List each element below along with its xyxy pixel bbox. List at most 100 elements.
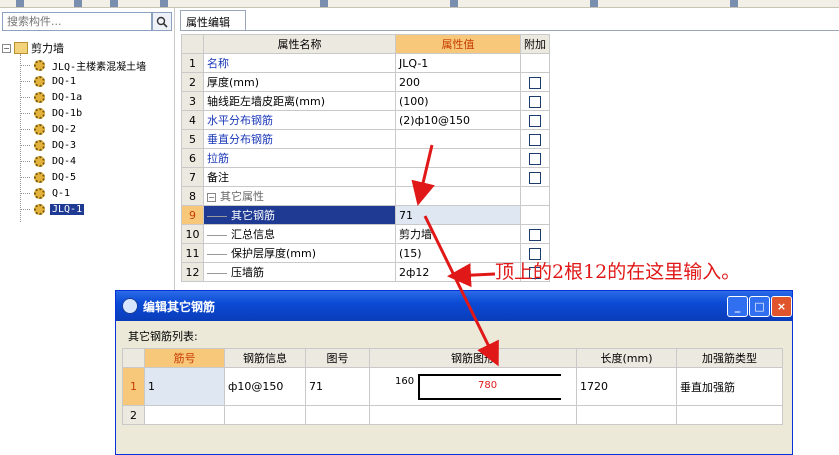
maximize-button[interactable]: □: [749, 296, 770, 317]
column-header-shape: 钢筋图形: [369, 348, 577, 368]
tree-branch-line: [20, 160, 30, 162]
close-button[interactable]: ×: [771, 296, 792, 317]
property-value[interactable]: 剪力墙: [395, 224, 521, 244]
tree-item[interactable]: DQ-3: [20, 137, 78, 153]
row-number: 2: [181, 72, 204, 92]
rebar-info-cell[interactable]: [224, 405, 306, 425]
tree-item[interactable]: JLQ-1: [20, 201, 85, 217]
app-icon: [122, 298, 138, 314]
toolbar-icon[interactable]: [450, 0, 458, 7]
property-name: 其它钢筋: [203, 205, 396, 225]
minimize-button[interactable]: _: [727, 296, 748, 317]
property-name: 压墙筋: [203, 262, 396, 282]
property-value[interactable]: (2)ф10@150: [395, 110, 521, 130]
collapse-icon[interactable]: −: [2, 43, 11, 53]
property-name-text: 轴线距左墙皮距离(mm): [207, 95, 326, 108]
collapse-icon[interactable]: −: [207, 192, 216, 202]
property-value[interactable]: [395, 129, 521, 149]
property-extra: [520, 110, 550, 130]
tree-root[interactable]: − 剪力墙: [2, 41, 64, 55]
gear-icon: [34, 155, 45, 167]
extra-checkbox[interactable]: [529, 152, 541, 165]
extra-checkbox[interactable]: [529, 228, 541, 241]
tree-item[interactable]: DQ-2: [20, 121, 78, 137]
row-number: 4: [181, 110, 204, 130]
extra-checkbox[interactable]: [529, 95, 541, 108]
toolbar-icon[interactable]: [74, 0, 82, 7]
property-name-text: 垂直分布钢筋: [207, 133, 273, 146]
folder-icon: [14, 42, 28, 54]
property-value[interactable]: 200: [395, 72, 521, 92]
property-row[interactable]: 3 轴线距左墙皮距离(mm) (100): [181, 91, 550, 111]
property-name: 厚度(mm): [203, 72, 396, 92]
bar-no-cell[interactable]: [144, 405, 225, 425]
rebar-row[interactable]: 1 1 ф10@150 71 160 780 1720 垂直加强筋: [122, 367, 783, 406]
dialog-title: 编辑其它钢筋: [143, 300, 216, 314]
tree-item-label: DQ-4: [52, 155, 77, 167]
property-value[interactable]: 71: [395, 205, 521, 225]
property-name-text: 备注: [207, 171, 229, 184]
property-extra: [520, 224, 550, 244]
tree-item[interactable]: JLQ-主楼素混凝土墙: [20, 57, 148, 73]
tree-item-label: JLQ-主楼素混凝土墙: [52, 61, 147, 73]
annotation-text: 顶上的2根12的在这里输入。: [495, 261, 741, 283]
tree-item[interactable]: DQ-1a: [20, 89, 84, 105]
gear-icon: [34, 107, 45, 119]
tree-item[interactable]: DQ-1: [20, 73, 78, 89]
rebar-type-cell[interactable]: 垂直加强筋: [676, 367, 783, 406]
property-value[interactable]: JLQ-1: [395, 53, 521, 73]
length-cell[interactable]: [576, 405, 677, 425]
row-number: 8: [181, 186, 204, 206]
shape-cell[interactable]: [369, 405, 577, 425]
extra-checkbox[interactable]: [529, 114, 541, 127]
search-input[interactable]: [2, 12, 152, 31]
shape-cell[interactable]: 160 780: [369, 367, 577, 406]
property-row[interactable]: 6 拉筋: [181, 148, 550, 168]
property-value[interactable]: [395, 148, 521, 168]
property-value[interactable]: [395, 186, 521, 206]
gear-icon: [34, 59, 45, 71]
rebar-list-label: 其它钢筋列表:: [128, 330, 198, 343]
property-row[interactable]: 8− 其它属性: [181, 186, 550, 206]
property-extra: [520, 91, 550, 111]
property-value[interactable]: (100): [395, 91, 521, 111]
property-row[interactable]: 7 备注: [181, 167, 550, 187]
bar-no-cell[interactable]: 1: [144, 367, 225, 406]
extra-checkbox[interactable]: [529, 171, 541, 184]
property-name-text: 压墙筋: [231, 266, 264, 279]
shape-no-cell[interactable]: 71: [305, 367, 370, 406]
property-row[interactable]: 9 其它钢筋 71: [181, 205, 550, 225]
shape-mid-dim: 780: [478, 380, 498, 391]
tree-item[interactable]: DQ-5: [20, 169, 78, 185]
length-cell[interactable]: 1720: [576, 367, 677, 406]
property-row[interactable]: 2 厚度(mm) 200: [181, 72, 550, 92]
property-name-text: 拉筋: [207, 152, 229, 165]
property-row[interactable]: 1 名称 JLQ-1: [181, 53, 550, 73]
dialog-titlebar[interactable]: 编辑其它钢筋 _ □ ×: [116, 291, 792, 321]
tree-item-label: Q-1: [52, 187, 71, 199]
rebar-type-cell[interactable]: [676, 405, 783, 425]
tab-property-edit[interactable]: 属性编辑: [180, 10, 246, 30]
toolbar-icon[interactable]: [110, 0, 118, 7]
property-row[interactable]: 10 汇总信息 剪力墙: [181, 224, 550, 244]
property-value[interactable]: [395, 167, 521, 187]
extra-checkbox[interactable]: [529, 133, 541, 146]
rebar-row[interactable]: 2: [122, 405, 783, 425]
toolbar-icon[interactable]: [730, 0, 738, 7]
extra-checkbox[interactable]: [529, 76, 541, 89]
shape-no-cell[interactable]: [305, 405, 370, 425]
search-button[interactable]: [152, 12, 172, 31]
property-name: 汇总信息: [203, 224, 396, 244]
rebar-info-cell[interactable]: ф10@150: [224, 367, 306, 406]
property-row[interactable]: 5 垂直分布钢筋: [181, 129, 550, 149]
property-row[interactable]: 4 水平分布钢筋 (2)ф10@150: [181, 110, 550, 130]
tree-item[interactable]: Q-1: [20, 185, 72, 201]
tree-item[interactable]: DQ-1b: [20, 105, 84, 121]
toolbar-icon[interactable]: [320, 0, 328, 7]
tree-branch-line: [20, 192, 30, 194]
toolbar-icon[interactable]: [590, 0, 598, 7]
tree-item[interactable]: DQ-4: [20, 153, 78, 169]
toolbar-icon[interactable]: [160, 0, 168, 7]
toolbar-icon[interactable]: [16, 0, 24, 7]
tree-branch-line: [20, 176, 30, 178]
